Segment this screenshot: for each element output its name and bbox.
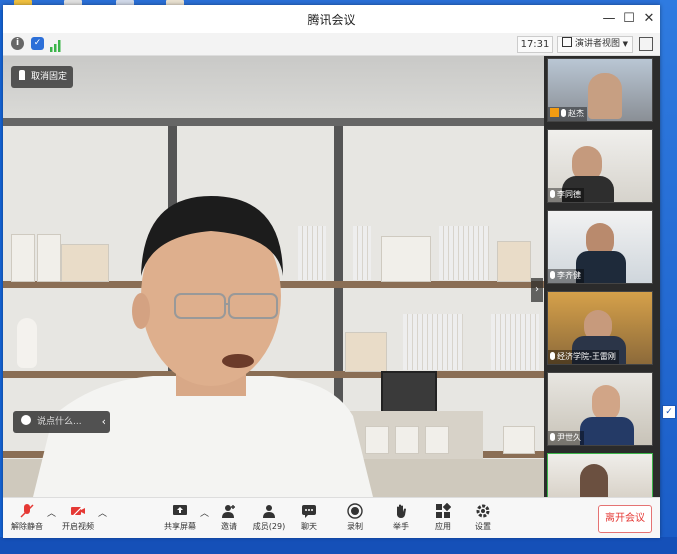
hand-icon xyxy=(397,504,406,518)
mic-icon xyxy=(550,352,555,360)
participant-tile[interactable]: 李同德 xyxy=(547,129,653,203)
raise-hand-button[interactable]: 举手 xyxy=(387,501,415,535)
members-label: 成员(29) xyxy=(252,522,286,531)
minimize-button[interactable]: — xyxy=(599,9,619,29)
window-title: 腾讯会议 xyxy=(307,13,356,27)
participant-name: 尹世久 xyxy=(548,431,584,445)
chevron-down-icon: ▼ xyxy=(622,40,628,48)
participant-name: 赵杰 xyxy=(548,107,587,121)
info-icon[interactable]: i xyxy=(11,37,24,50)
leave-meeting-button[interactable]: 离开会议 xyxy=(598,505,652,533)
participant-tile[interactable] xyxy=(547,453,653,497)
meeting-toolbar: 解除静音 ︿ 开启视频 ︿ 共享屏幕 ︿ 邀请 成员(29) 聊天 录制 举手 … xyxy=(3,497,660,538)
main-video-stage: 取消固定 说点什么... ‹ › xyxy=(3,56,544,497)
share-screen-button[interactable]: 共享屏幕 xyxy=(161,501,199,535)
video-options-caret-icon[interactable]: ︿ xyxy=(98,506,107,519)
participant-body xyxy=(580,417,634,445)
chat-placeholder: 说点什么... xyxy=(37,417,82,427)
host-badge-icon xyxy=(550,108,559,117)
settings-icon xyxy=(476,504,490,518)
record-icon xyxy=(347,503,363,519)
storage-box xyxy=(395,426,419,454)
mic-off-icon xyxy=(20,504,34,518)
desktop-right-strip xyxy=(660,0,677,554)
info-bar: i ✓ 17:31 演讲者视图 ▼ xyxy=(3,33,660,56)
chat-icon xyxy=(302,505,316,518)
apps-button[interactable]: 应用 xyxy=(429,501,457,535)
share-icon xyxy=(173,505,187,515)
unmute-button[interactable]: 解除静音 xyxy=(9,501,45,535)
mic-icon xyxy=(561,109,566,117)
book-row xyxy=(491,314,539,370)
pin-icon xyxy=(19,70,25,80)
share-label: 共享屏幕 xyxy=(164,522,196,531)
participant-tile[interactable]: 经济学院-王雷刚 xyxy=(547,291,653,365)
book-row xyxy=(439,226,489,280)
participant-face xyxy=(588,73,622,119)
mic-icon xyxy=(550,271,555,279)
video-off-icon xyxy=(71,504,85,518)
title-bar: 腾讯会议 — ☐ ✕ xyxy=(3,5,660,33)
video-label: 开启视频 xyxy=(62,522,94,531)
fullscreen-icon[interactable] xyxy=(639,37,653,51)
participant-gallery: ︿ 赵杰 李同德 李齐健 经济学院-王雷刚 尹世久 xyxy=(544,56,660,497)
shelf-rail xyxy=(3,118,544,126)
mic-icon xyxy=(550,433,555,441)
invite-button[interactable]: 邀请 xyxy=(215,501,243,535)
cancel-pin-label: 取消固定 xyxy=(31,72,68,82)
participant-name: 李同德 xyxy=(548,188,584,202)
participant-face xyxy=(592,385,620,421)
view-mode-label: 演讲者视图 xyxy=(575,39,621,49)
participant-face xyxy=(580,464,608,497)
start-video-button[interactable]: 开启视频 xyxy=(60,501,96,535)
ceiling xyxy=(3,56,544,126)
meeting-window: 腾讯会议 — ☐ ✕ i ✓ 17:31 演讲者视图 ▼ 取消固定 说点什么..… xyxy=(3,5,660,538)
invite-label: 邀请 xyxy=(221,522,237,531)
close-button[interactable]: ✕ xyxy=(639,9,659,29)
desktop-bottom-strip xyxy=(0,537,677,554)
cancel-pin-button[interactable]: 取消固定 xyxy=(11,66,73,88)
signal-bars-svg xyxy=(50,40,61,52)
participant-name: 李齐健 xyxy=(548,269,584,283)
settings-button[interactable]: 设置 xyxy=(469,501,497,535)
storage-box xyxy=(503,426,535,454)
invite-icon xyxy=(222,505,235,518)
participant-name: 经济学院-王雷刚 xyxy=(548,350,619,364)
audio-options-caret-icon[interactable]: ︿ xyxy=(47,506,56,519)
signal-icon[interactable] xyxy=(49,37,63,52)
meeting-time: 17:31 xyxy=(517,36,553,53)
storage-box xyxy=(497,241,531,282)
storage-box xyxy=(425,426,449,454)
unmute-label: 解除静音 xyxy=(11,522,43,531)
record-button[interactable]: 录制 xyxy=(341,501,369,535)
collapse-side-icon[interactable]: › xyxy=(531,278,543,302)
participant-tile[interactable]: 尹世久 xyxy=(547,372,653,446)
chat-button[interactable]: 聊天 xyxy=(295,501,323,535)
desktop-checkbox-icon[interactable]: ✓ xyxy=(662,405,676,419)
chat-label: 聊天 xyxy=(301,522,317,531)
apps-icon xyxy=(436,503,451,518)
mic-icon xyxy=(550,190,555,198)
speaker-view-icon xyxy=(562,37,572,47)
book-row xyxy=(403,314,463,370)
shield-icon[interactable]: ✓ xyxy=(31,37,44,50)
storage-box xyxy=(11,234,35,282)
members-icon xyxy=(263,505,275,518)
chevron-left-icon[interactable]: ‹ xyxy=(102,411,106,433)
members-button[interactable]: 成员(29) xyxy=(251,501,287,535)
raise-hand-label: 举手 xyxy=(393,522,409,531)
quick-chat-input[interactable]: 说点什么... ‹ xyxy=(13,411,110,433)
participant-tile[interactable]: 李齐健 xyxy=(547,210,653,284)
record-label: 录制 xyxy=(347,522,363,531)
apps-label: 应用 xyxy=(435,522,451,531)
view-mode-dropdown[interactable]: 演讲者视图 ▼ xyxy=(557,36,633,53)
share-options-caret-icon[interactable]: ︿ xyxy=(200,506,209,519)
maximize-button[interactable]: ☐ xyxy=(619,9,639,29)
speaker-figure xyxy=(33,196,373,497)
chat-avatar-icon xyxy=(21,415,31,425)
participant-tile[interactable]: 赵杰 xyxy=(547,58,653,122)
settings-label: 设置 xyxy=(475,522,491,531)
